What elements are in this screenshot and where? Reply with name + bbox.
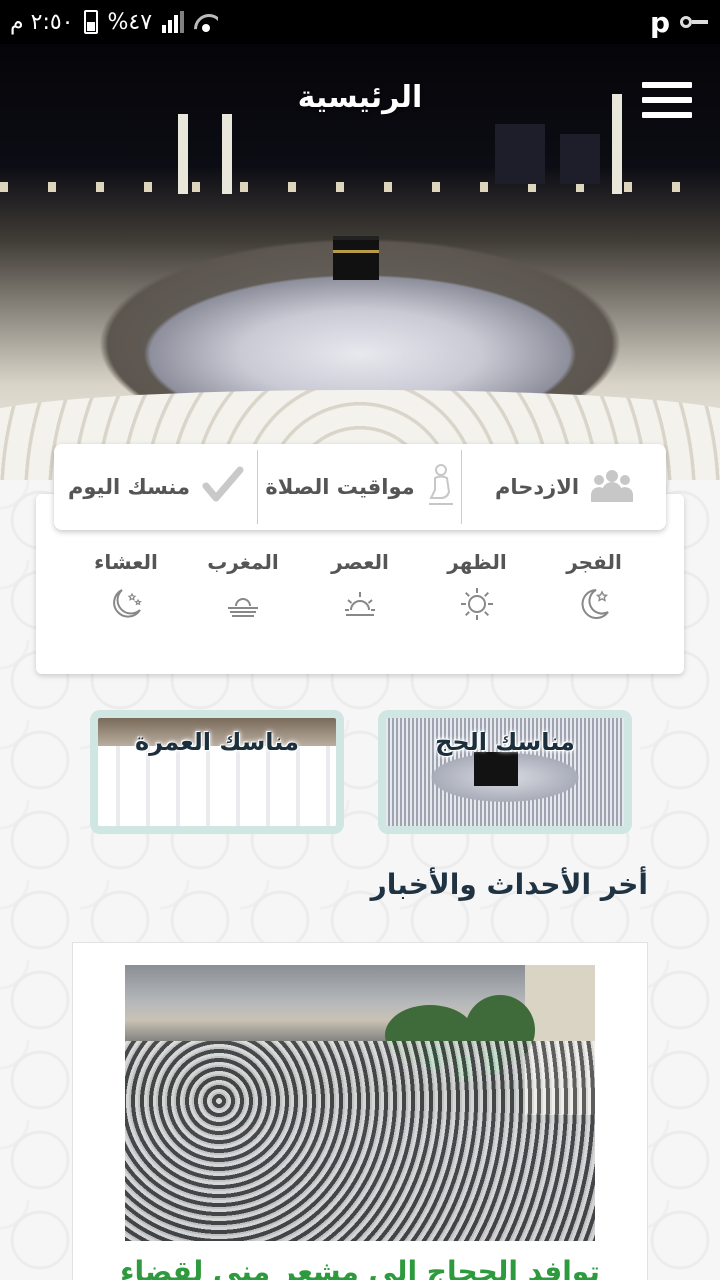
prayer-name: الظهر <box>447 550 507 574</box>
prayer-fajr[interactable]: الفجر <box>544 550 644 630</box>
tab-today-rite-label: منسك اليوم <box>67 475 191 499</box>
umrah-rites-title: مناسك العمرة <box>135 728 299 756</box>
status-left: ٢:٥٠ م %٤٧ <box>10 10 218 35</box>
tab-prayer-times[interactable]: مواقيت الصلاة <box>258 444 462 530</box>
news-section-title: أخر الأحداث والأخبار <box>370 868 648 901</box>
page-title: الرئيسية <box>297 80 423 115</box>
tab-prayer-times-label: مواقيت الصلاة <box>265 475 415 499</box>
hajj-rites-card[interactable]: مناسك الحج <box>378 710 632 834</box>
prayer-maghrib[interactable]: المغرب <box>193 550 293 630</box>
news-card[interactable]: توافد الحجاج الى مشعر منى لقضاء <box>72 942 648 1280</box>
sun-icon <box>427 584 527 624</box>
parking-icon: p <box>649 5 670 39</box>
hajj-rites-title: مناسك الحج <box>435 728 575 756</box>
battery-level: %٤٧ <box>107 9 153 35</box>
tab-crowd-label: الازدحام <box>494 475 580 499</box>
crescent-stars-icon <box>76 584 176 624</box>
prayer-name: المغرب <box>207 550 279 574</box>
news-headline[interactable]: توافد الحجاج الى مشعر منى لقضاء <box>73 1255 647 1280</box>
tab-today-rite[interactable]: منسك اليوم <box>54 444 258 530</box>
signal-icon <box>162 11 185 33</box>
checkmark-icon <box>202 466 244 508</box>
umrah-rites-card[interactable]: مناسك العمرة <box>90 710 344 834</box>
prayer-isha[interactable]: العشاء <box>76 550 176 630</box>
status-bar: ٢:٥٠ م %٤٧ p <box>0 0 720 44</box>
top-tab-strip: الازدحام مواقيت الصلاة منسك اليوم <box>54 444 666 530</box>
tab-crowd[interactable]: الازدحام <box>462 444 666 530</box>
kaaba-image <box>333 236 379 280</box>
prayer-list: الفجر الظهر العصر المغرب العشاء <box>36 550 684 630</box>
praying-person-icon <box>427 464 455 510</box>
key-icon <box>680 16 708 28</box>
hamburger-menu-icon[interactable] <box>642 82 692 118</box>
status-right: p <box>650 6 708 39</box>
crowd-icon <box>591 468 634 506</box>
news-image <box>125 965 595 1241</box>
wifi-icon <box>194 12 218 32</box>
prayer-dhuhr[interactable]: الظهر <box>427 550 527 630</box>
prayer-name: الفجر <box>566 550 622 574</box>
sun-half-icon <box>310 584 410 624</box>
prayer-name: العشاء <box>94 550 158 574</box>
prayer-asr[interactable]: العصر <box>310 550 410 630</box>
battery-icon <box>83 10 98 34</box>
crescent-star-icon <box>544 584 644 624</box>
prayer-name: العصر <box>331 550 389 574</box>
sunset-icon <box>193 584 293 624</box>
status-time: ٢:٥٠ م <box>10 9 74 35</box>
